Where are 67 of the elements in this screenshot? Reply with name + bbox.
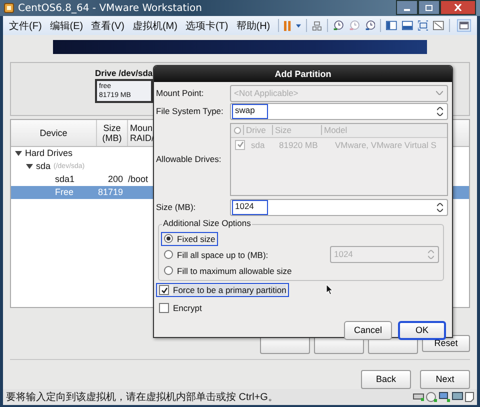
mouse-cursor-icon (326, 284, 333, 295)
network-icon[interactable] (312, 20, 322, 32)
drive-title: Drive /dev/sda (95, 68, 153, 78)
model-cell: VMware, VMware Virtual S (335, 140, 436, 150)
checkmark-icon (236, 141, 244, 148)
radio-icon (234, 126, 241, 134)
cancel-button[interactable]: Cancel (344, 320, 392, 340)
maximize-button[interactable] (418, 0, 440, 15)
drive-cell-text: sda (251, 140, 266, 150)
radio-option[interactable]: Fill all space up to (MB): (161, 248, 272, 262)
maximize-icon (425, 4, 433, 10)
monitor-icon[interactable] (452, 392, 463, 402)
ok-button[interactable]: OK (398, 320, 446, 340)
field-label: Size (MB): (156, 202, 197, 212)
spinner-icon (437, 106, 443, 116)
menu-item[interactable]: 虚拟机(M) (132, 18, 178, 32)
menu-item[interactable]: 选项卡(T) (185, 18, 228, 32)
close-icon (454, 4, 462, 11)
pause-icon[interactable] (284, 20, 292, 32)
fullscreen-icon[interactable] (418, 20, 428, 31)
field-label: Allowable Drives: (156, 154, 222, 164)
panel-icon[interactable] (402, 20, 413, 31)
menu-item[interactable]: 帮助(H) (236, 18, 270, 32)
expander-icon[interactable] (15, 150, 22, 156)
clock-icon[interactable] (332, 19, 344, 32)
size-cell: 200 (108, 174, 123, 184)
size-cell-text: 81920 MB (279, 140, 319, 150)
size-spinbox[interactable]: 1024 (230, 198, 448, 216)
device-name[interactable]: sda (36, 161, 51, 172)
spinner-icon (428, 250, 434, 260)
radio-option[interactable]: Fill to maximum allowable size (161, 264, 295, 278)
field-label: File System Type: (156, 106, 224, 116)
radio-option[interactable]: Fixed size (161, 232, 218, 246)
close-button[interactable] (440, 0, 476, 15)
status-text: 要将输入定向到该虚拟机，请在虚拟机内部单击或按 Ctrl+G。 (6, 390, 278, 404)
sidebar-icon[interactable] (386, 20, 397, 31)
menu-item[interactable]: 文件(F) (9, 18, 42, 32)
minimize-button[interactable] (396, 0, 418, 15)
menu-item[interactable]: 编辑(E) (50, 18, 84, 32)
clock-icon[interactable] (364, 19, 376, 32)
note-icon[interactable] (465, 392, 474, 402)
console-view-icon[interactable] (457, 18, 472, 33)
size-cell: 81719 (98, 187, 123, 198)
expander-icon[interactable] (26, 164, 33, 169)
device-name[interactable]: sda1 (55, 174, 75, 184)
dropdown-icon (436, 91, 443, 96)
checkbox-option[interactable]: Encrypt (156, 301, 205, 316)
checkmark-icon (160, 286, 168, 294)
network-icon[interactable] (439, 392, 450, 402)
file-system-combo[interactable]: swap (230, 102, 448, 120)
checkbox-option[interactable]: Force to be a primary partition (156, 283, 290, 298)
caret-icon[interactable] (296, 24, 302, 28)
spinner-icon (437, 202, 443, 212)
cd-icon[interactable] (426, 392, 437, 402)
group-title: Additional Size Options (162, 218, 252, 228)
field-label: Mount Point: (156, 88, 205, 98)
menu-item[interactable]: 查看(V) (91, 18, 124, 32)
back-button[interactable]: Back (361, 370, 411, 389)
column-header[interactable]: Device (11, 120, 97, 146)
next-button[interactable]: Next (420, 370, 470, 389)
device-name[interactable]: Hard Drives (25, 148, 73, 158)
window-title: CentOS6.8_64 - VMware Workstation (18, 2, 202, 14)
dialog-title: Add Partition (154, 66, 452, 82)
app-icon (4, 3, 14, 14)
column-header[interactable]: Size (MB) (97, 120, 128, 146)
checkbox[interactable] (235, 140, 245, 150)
mount-cell: /boot (128, 174, 148, 184)
